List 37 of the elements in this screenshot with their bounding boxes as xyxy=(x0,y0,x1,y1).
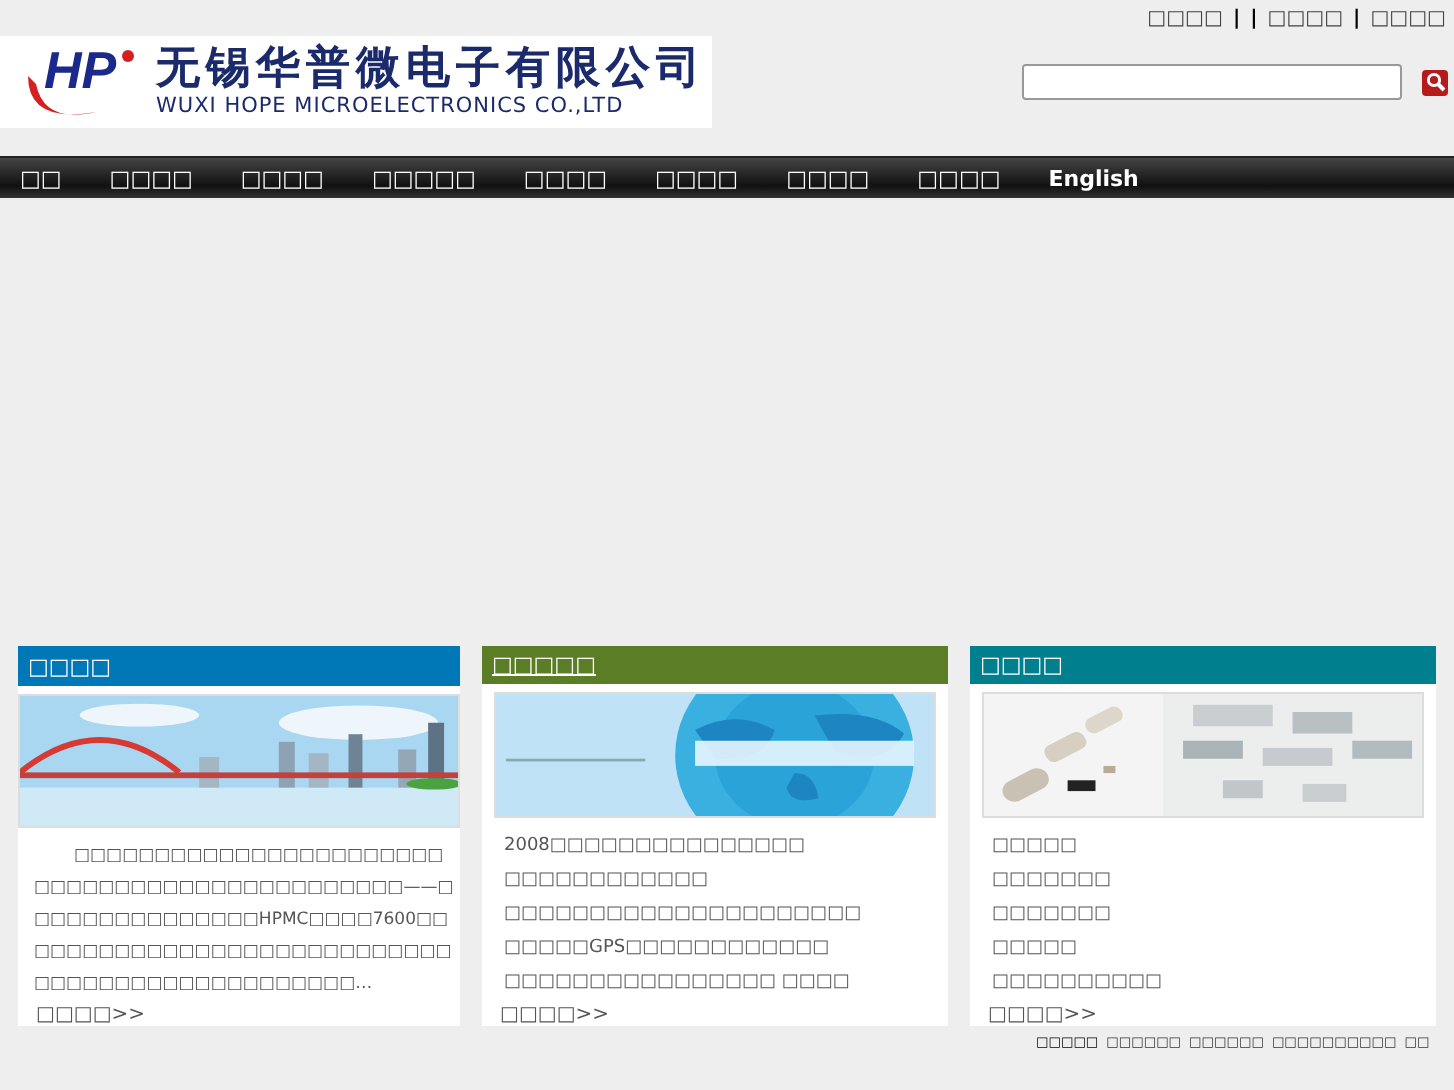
panel-title: □□□□ xyxy=(980,651,1064,678)
top-link[interactable]: □□□□ xyxy=(1147,7,1223,29)
news-link[interactable]: □□□□□GPS□□□□□□□□□□□□ xyxy=(504,938,830,958)
search-button[interactable] xyxy=(1422,69,1448,95)
news-link[interactable]: □□□□□□□□□□□□ xyxy=(504,870,709,890)
panel-title: □□□□□ xyxy=(492,651,596,678)
top-link[interactable]: □□□□ xyxy=(1370,7,1446,29)
separator: | xyxy=(1250,7,1258,29)
product-link[interactable]: □□□□□□□ xyxy=(992,904,1112,924)
intro-paragraph: □□□□□□□□□□□□□□□□□□□□□□□□□□□□□□□□□□□□□□□□□□□□□□——□□□□□□□□□□□□□□□HPMC□□□□7600□□□□□□□□□□□□□□□□□□□□□□□□□□□□□□□□□□□□□□□□□□□□□□□□… xyxy=(32,844,456,998)
search-field[interactable] xyxy=(1022,64,1402,100)
nav-item[interactable]: English xyxy=(1048,165,1139,191)
product-link[interactable]: □□□□□ xyxy=(992,836,1078,856)
product-link[interactable]: □□□□□□□ xyxy=(992,870,1112,890)
company-name: 无锡华普微电子有限公司 xyxy=(156,46,706,94)
nav-item[interactable]: □□□□ xyxy=(655,165,739,191)
separator: | xyxy=(1232,7,1241,29)
nav-item[interactable]: □□□□ xyxy=(786,165,870,191)
nav-item[interactable]: □□□□ xyxy=(240,165,324,191)
nav-item[interactable]: □□ xyxy=(20,165,62,191)
news-link[interactable]: 2008□□□□□□□□□□□□□□□ xyxy=(504,836,805,856)
more-link[interactable]: □□□□>> xyxy=(500,1004,610,1026)
news-link[interactable]: □□□□□□□□□□□□□□□□□□□□□ xyxy=(504,904,862,924)
news-link[interactable]: □□□□□□□□□□□□□□□□ □□□□ xyxy=(504,972,850,992)
product-link[interactable]: □□□□□□□□□□ xyxy=(992,972,1163,992)
nav-item[interactable]: □□□□□ xyxy=(371,165,476,191)
nav-item[interactable]: □□□□ xyxy=(109,165,193,191)
product-link[interactable]: □□□□□ xyxy=(992,938,1078,958)
search-icon xyxy=(1425,72,1445,92)
panel-title: □□□□ xyxy=(28,653,112,680)
company-name-english: WUXI HOPE MICROELECTRONICS CO.,LTD xyxy=(156,94,626,118)
top-link[interactable]: □□□□ xyxy=(1267,7,1344,29)
more-link[interactable]: □□□□>> xyxy=(36,1004,146,1026)
nav-item[interactable]: □□□□ xyxy=(523,165,607,191)
separator: | xyxy=(1353,7,1361,29)
nav-item[interactable]: □□□□ xyxy=(917,165,1001,191)
more-link[interactable]: □□□□>> xyxy=(988,1004,1098,1026)
